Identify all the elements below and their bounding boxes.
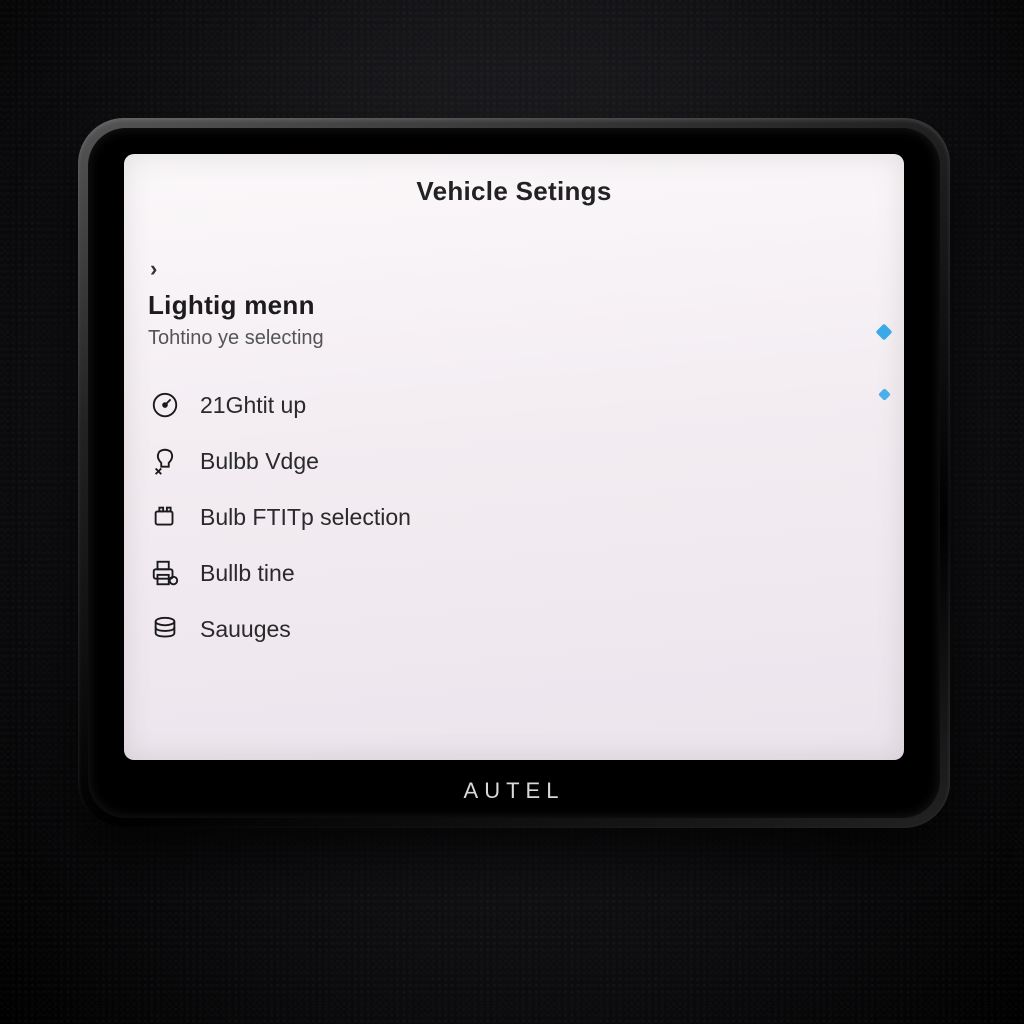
brand-label: AUTEL (88, 778, 940, 804)
printer-icon (148, 556, 182, 590)
screen: Vehicle Setings › Lightig menn Tohtino y… (124, 154, 904, 760)
menu-item-sauuges[interactable]: Sauuges (148, 610, 844, 648)
menu-item-bulb-tine[interactable]: Bullb tine (148, 554, 844, 592)
menu-item-label: Bullb tine (200, 562, 295, 585)
chevron-right-icon: › (150, 256, 157, 281)
menu-item-label: Sauuges (200, 618, 291, 641)
stack-icon (148, 612, 182, 646)
side-indicators (878, 326, 890, 399)
menu-item-bulb-vdge[interactable]: Bulbb Vdge (148, 442, 844, 480)
lighting-section: Lightig menn Tohtino ye selecting 21Ghti… (148, 290, 844, 648)
device-frame: Vehicle Setings › Lightig menn Tohtino y… (78, 118, 950, 828)
section-subheading: Tohtino ye selecting (148, 327, 844, 350)
back-button[interactable]: › (150, 256, 157, 282)
gauge-icon (148, 388, 182, 422)
battery-icon (148, 500, 182, 534)
indicator-diamond-icon (878, 388, 891, 401)
device-bezel: Vehicle Setings › Lightig menn Tohtino y… (88, 128, 940, 818)
menu-item-bulb-selection[interactable]: Bulb FTITp selection (148, 498, 844, 536)
indicator-diamond-icon (876, 324, 893, 341)
section-heading: Lightig menn (148, 290, 844, 321)
menu-item-label: Bulbb Vdge (200, 450, 319, 473)
bulb-x-icon (148, 444, 182, 478)
page-title: Vehicle Setings (124, 176, 904, 207)
menu-item-label: Bulb FTITp selection (200, 506, 411, 529)
menu-list: 21Ghtit up Bulbb Vdge Bulb FTITp selecti… (148, 386, 844, 648)
menu-item-light-up[interactable]: 21Ghtit up (148, 386, 844, 424)
menu-item-label: 21Ghtit up (200, 394, 306, 417)
